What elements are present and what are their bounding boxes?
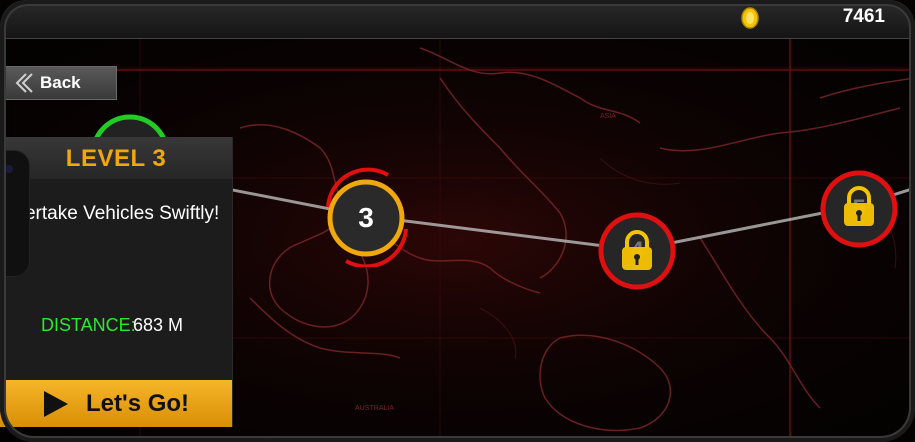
- back-button[interactable]: Back: [0, 66, 117, 100]
- play-icon: [44, 390, 68, 417]
- camera-dot-icon: [5, 165, 13, 173]
- level-info-panel: LEVEL 3 Overtake Vehicles Swiftly! DISTA…: [0, 137, 233, 427]
- lets-go-button[interactable]: Let's Go!: [0, 380, 232, 427]
- distance-label: DISTANCE:: [41, 315, 136, 335]
- lock-icon: [622, 230, 652, 270]
- lets-go-label: Let's Go!: [86, 389, 190, 417]
- side-tab: [0, 150, 30, 277]
- level-node-5[interactable]: 5: [818, 168, 900, 250]
- level-node-4[interactable]: 4: [596, 210, 678, 292]
- level-objective: Overtake Vehicles Swiftly!: [0, 203, 220, 224]
- lock-icon: [844, 186, 874, 226]
- top-bar: 7461: [0, 0, 915, 39]
- game-screen: ASIA AUSTRALIA 3 4: [0, 0, 915, 442]
- distance-value: 683 M: [133, 315, 184, 335]
- coin-count: 7461: [842, 6, 885, 27]
- coin-icon: [741, 7, 759, 29]
- level-number: 3: [358, 202, 374, 233]
- chevron-left-icon: [15, 73, 33, 93]
- level-title: LEVEL 3: [0, 137, 232, 179]
- back-button-label: Back: [40, 73, 81, 92]
- map-label-australia: AUSTRALIA: [355, 405, 394, 412]
- level-node-3[interactable]: 3: [318, 167, 414, 269]
- map-label-asia: ASIA: [600, 113, 616, 120]
